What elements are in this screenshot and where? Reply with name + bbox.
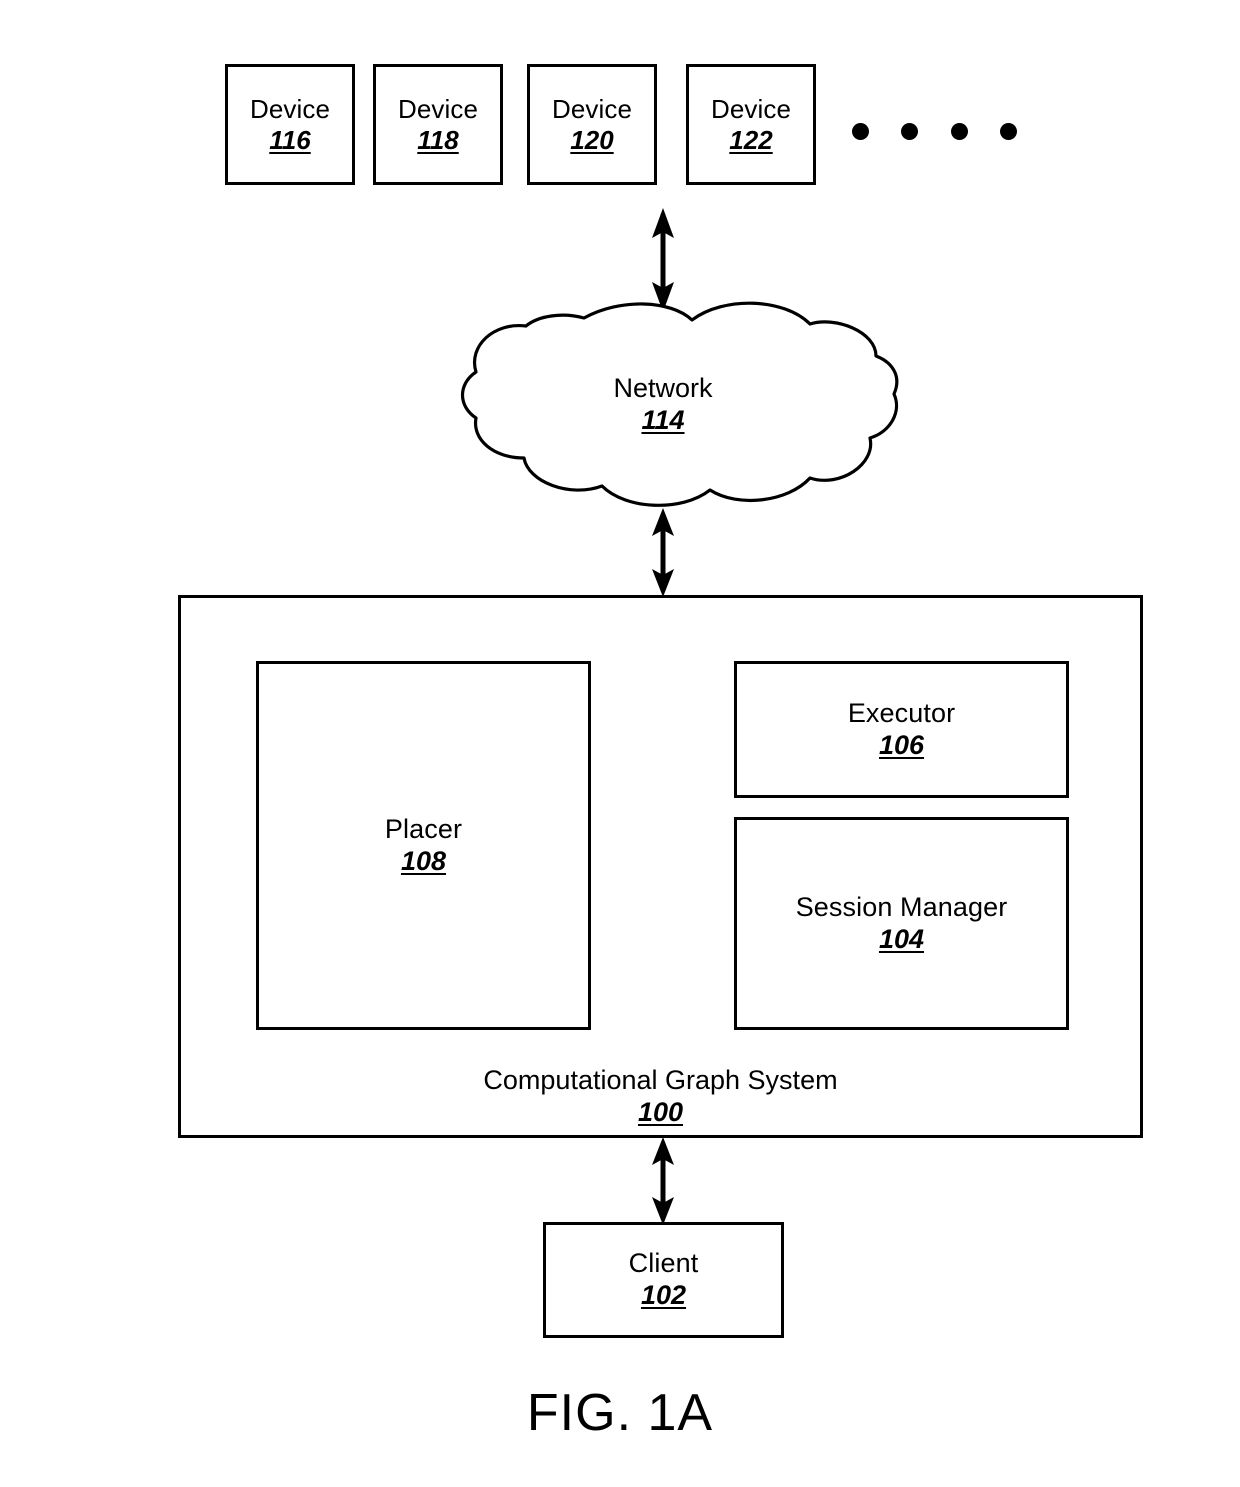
device-box-116: Device 116 xyxy=(225,64,355,185)
device-label: Device xyxy=(397,93,479,124)
device-reference-number: 116 xyxy=(269,124,311,155)
device-box-118: Device 118 xyxy=(373,64,503,185)
executor-reference-number: 106 xyxy=(878,729,925,760)
executor-label: Executor xyxy=(847,697,956,728)
connector-system-to-client xyxy=(650,1137,676,1225)
system-label: Computational Graph System xyxy=(483,1065,838,1095)
device-label: Device xyxy=(551,93,633,124)
session-manager-box: Session Manager 104 xyxy=(734,817,1069,1030)
device-reference-number: 122 xyxy=(729,124,773,155)
client-box: Client 102 xyxy=(543,1222,784,1338)
continuation-dots-icon xyxy=(852,122,1017,140)
placer-box: Placer 108 xyxy=(256,661,591,1030)
system-reference-number: 100 xyxy=(637,1097,684,1128)
dot-icon xyxy=(950,122,968,140)
placer-label: Placer xyxy=(384,813,463,844)
connector-network-to-system xyxy=(650,508,676,597)
device-reference-number: 118 xyxy=(417,124,459,155)
device-label: Device xyxy=(710,93,792,124)
system-label-group: Computational Graph System 100 xyxy=(181,1064,1140,1129)
device-label: Device xyxy=(249,93,331,124)
figure-caption: FIG. 1A xyxy=(526,1384,714,1442)
client-reference-number: 102 xyxy=(640,1280,687,1310)
device-box-122: Device 122 xyxy=(686,64,816,185)
dot-icon xyxy=(852,122,869,140)
network-cloud: Network 114 xyxy=(424,298,902,510)
session-manager-reference-number: 104 xyxy=(878,923,925,954)
executor-box: Executor 106 xyxy=(734,661,1069,798)
dot-icon xyxy=(999,122,1017,140)
connector-devices-to-network xyxy=(650,208,676,312)
dot-icon xyxy=(901,122,919,140)
client-label: Client xyxy=(628,1248,699,1279)
device-reference-number: 120 xyxy=(570,124,614,155)
placer-reference-number: 108 xyxy=(400,845,447,876)
patent-figure-1a: Device 116 Device 118 Device 120 Device … xyxy=(0,0,1240,1487)
cloud-icon xyxy=(461,301,899,507)
device-box-120: Device 120 xyxy=(527,64,657,185)
session-manager-label: Session Manager xyxy=(795,891,1008,922)
